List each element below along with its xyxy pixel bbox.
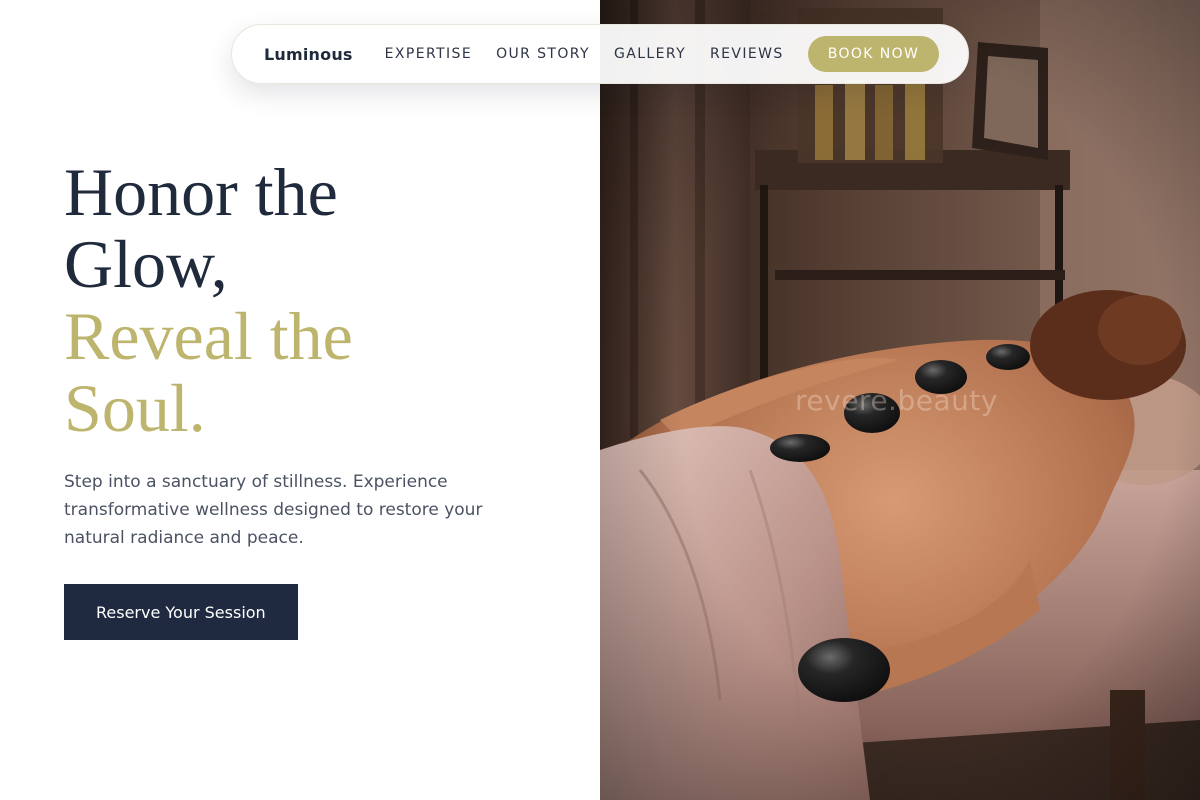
brand-logo[interactable]: Luminous bbox=[264, 45, 353, 64]
hero-description: Step into a sanctuary of stillness. Expe… bbox=[64, 472, 483, 548]
nav-links: EXPERTISE OUR STORY GALLERY REVIEWS bbox=[385, 46, 808, 62]
watermark-text: revere.beauty bbox=[795, 384, 998, 417]
hero-headline: Honor the Glow, Reveal the Soul. bbox=[64, 156, 584, 444]
headline-accent-line-1: Reveal the bbox=[64, 298, 353, 374]
book-now-button[interactable]: BOOK NOW bbox=[807, 36, 940, 72]
nav-link-our-story[interactable]: OUR STORY bbox=[496, 46, 590, 62]
nav-link-reviews[interactable]: REVIEWS bbox=[710, 46, 784, 62]
headline-accent-line-2: Soul. bbox=[64, 370, 206, 446]
nav-link-gallery[interactable]: GALLERY bbox=[614, 46, 686, 62]
headline-line-2: Glow, bbox=[64, 226, 228, 302]
headline-line-1: Honor the bbox=[64, 154, 338, 230]
landing-page: revere.beauty Luminous EXPERTISE OUR STO… bbox=[0, 0, 1200, 800]
hero-image-hot-stone-massage: revere.beauty bbox=[600, 0, 1200, 800]
reserve-session-button[interactable]: Reserve Your Session bbox=[64, 584, 298, 640]
hero-section: Honor the Glow, Reveal the Soul. Step in… bbox=[64, 156, 584, 640]
nav-link-expertise[interactable]: EXPERTISE bbox=[385, 46, 472, 62]
top-navigation: Luminous EXPERTISE OUR STORY GALLERY REV… bbox=[231, 24, 969, 84]
